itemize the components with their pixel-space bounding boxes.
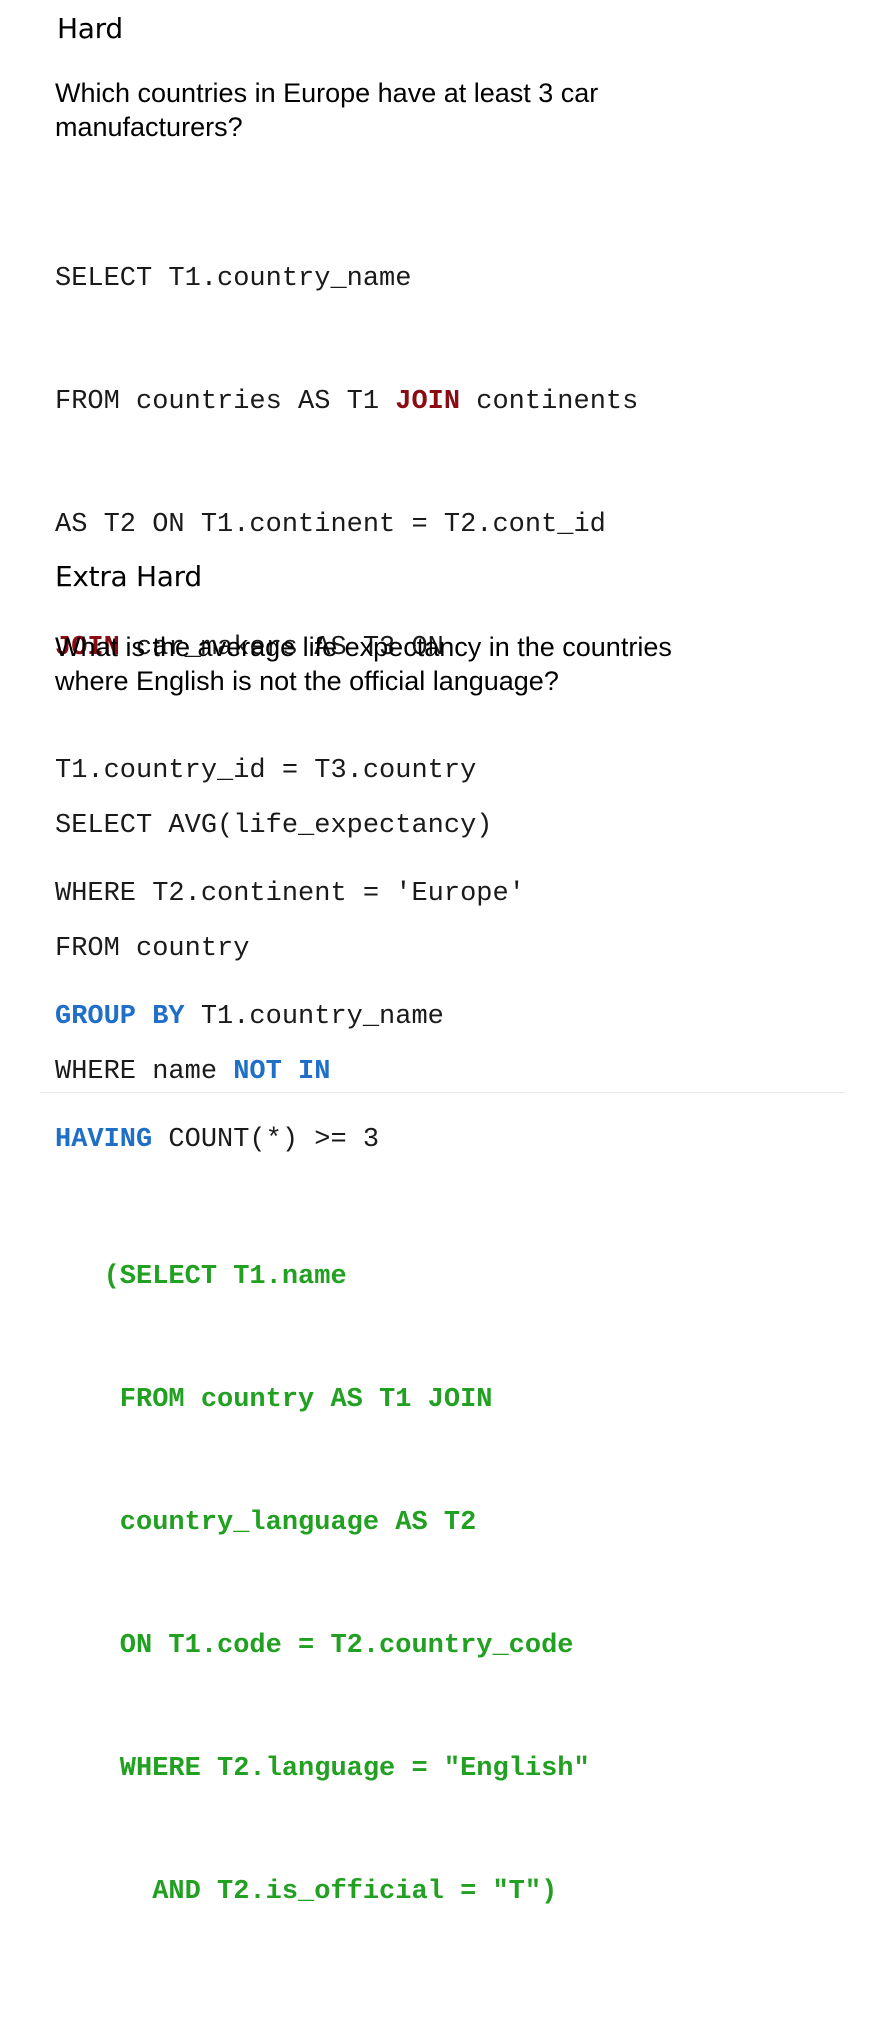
code-line: SELECT T1.country_name	[55, 264, 412, 294]
keyword-join: JOIN	[395, 387, 461, 417]
subquery-line: WHERE T2.language = "English"	[55, 1754, 590, 1784]
code-text: FROM countries AS T1	[55, 387, 396, 417]
question-line: Which countries in Europe have at least …	[55, 78, 599, 108]
code-text: WHERE name	[55, 1057, 234, 1087]
question-extra-hard: What is the average life expectancy in t…	[55, 630, 672, 698]
subquery-block: (SELECT T1.name FROM country AS T1 JOIN …	[55, 1175, 590, 1995]
bottom-divider	[40, 1092, 844, 1093]
keyword-not-in: NOT IN	[233, 1057, 331, 1087]
question-line: What is the average life expectancy in t…	[55, 632, 672, 662]
code-line: WHERE name NOT IN	[55, 1052, 590, 1093]
question-line: where English is not the official langua…	[55, 666, 559, 696]
section-heading-extra-hard: Extra Hard	[55, 560, 202, 593]
subquery-line: (SELECT T1.name	[55, 1262, 347, 1292]
section-heading-hard: Hard	[57, 12, 123, 45]
code-line: FROM countries AS T1 JOIN continents	[55, 382, 638, 423]
subquery-line: country_language AS T2	[55, 1508, 477, 1538]
question-line: manufacturers?	[55, 112, 243, 142]
code-line: SELECT AVG(life_expectancy)	[55, 811, 493, 841]
code-line: FROM country	[55, 934, 250, 964]
subquery-line: FROM country AS T1 JOIN	[55, 1385, 493, 1415]
subquery-line: AND T2.is_official = "T")	[55, 1877, 558, 1907]
code-line: AS T2 ON T1.continent = T2.cont_id	[55, 510, 606, 540]
code-text: continents	[460, 387, 639, 417]
sql-code-extra-hard: SELECT AVG(life_expectancy) FROM country…	[55, 724, 590, 2036]
question-hard: Which countries in Europe have at least …	[55, 76, 598, 144]
subquery-line: ON T1.code = T2.country_code	[55, 1631, 574, 1661]
